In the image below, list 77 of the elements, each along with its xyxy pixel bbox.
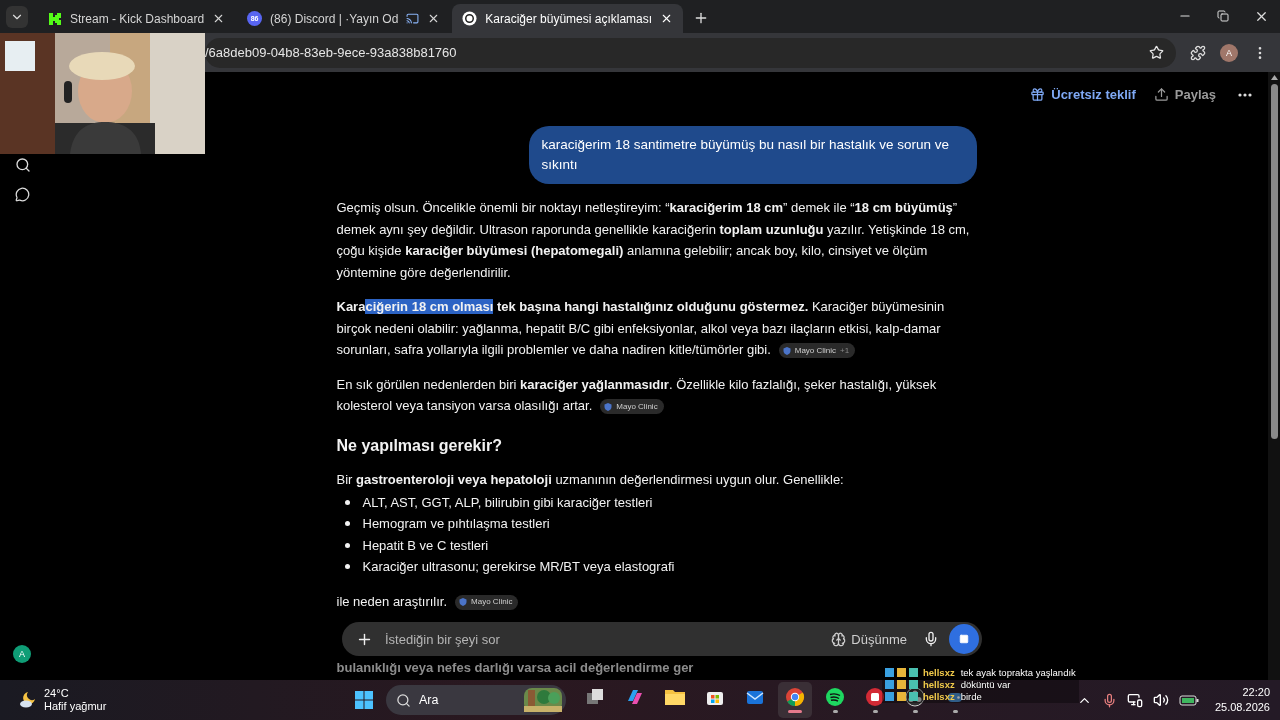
chat-message: birde bbox=[960, 691, 982, 702]
gift-icon bbox=[1030, 87, 1046, 102]
brain-icon bbox=[831, 631, 847, 647]
puzzle-icon bbox=[1190, 44, 1206, 61]
volume-icon[interactable] bbox=[1152, 692, 1169, 708]
list-item: Hepatit B ve C testleri bbox=[362, 536, 489, 555]
cloud-moon-icon bbox=[18, 690, 38, 710]
response-paragraph: En sık görülen nedenlerden biri karaciğer yağlanmasıdır. Özellikle kilo fazlalığı, şeker hastalığı, yüksek kolesterol veya tansiyon varsa olasılığı artar. Mayo Clinic bbox=[336, 375, 938, 417]
scrollbar[interactable] bbox=[1268, 72, 1280, 680]
stop-icon bbox=[959, 634, 969, 644]
chat-username: hellsxz bbox=[923, 691, 955, 702]
list-item: Hemogram ve pıhtılaşma testleri bbox=[362, 515, 550, 533]
url-text: /6a8deb09-04b8-83eb-9ece-93a838b81760 bbox=[205, 45, 458, 60]
search-text: Ara bbox=[419, 693, 440, 707]
shield-icon bbox=[459, 598, 468, 607]
windows-logo-icon[interactable] bbox=[354, 690, 374, 710]
k-logo-icon bbox=[48, 11, 62, 26]
chat-bubble-icon[interactable] bbox=[15, 187, 30, 202]
faded-text: bulanıklığı veya nefes darlığı varsa acil değerlendirme ger bbox=[336, 658, 694, 677]
taskbar-search[interactable]: Ara bbox=[386, 685, 566, 715]
source-chip[interactable]: Mayo Clinic bbox=[455, 594, 519, 610]
response-paragraph: ile neden araştırılır. Mayo Clinic bbox=[336, 590, 977, 612]
microphone-icon[interactable] bbox=[1101, 692, 1117, 708]
weather-text: Hafif yağmur bbox=[44, 700, 107, 713]
source-chip[interactable]: Mayo Clinic +1 bbox=[778, 343, 856, 359]
list-item: Karaciğer ultrasonu; gerekirse MR/BT veya elastografi bbox=[362, 558, 675, 576]
tab-title: Karaciğer büyümesi açıklaması bbox=[485, 11, 653, 26]
tab-title: Stream - Kick Dashboard bbox=[70, 11, 205, 26]
chat-message: döküntü var bbox=[960, 679, 1011, 690]
source-chip[interactable]: Mayo Clinic bbox=[600, 399, 664, 415]
shield-icon bbox=[604, 402, 613, 411]
search-icon[interactable] bbox=[14, 157, 31, 173]
chat-username: hellsxz bbox=[923, 667, 955, 678]
message-composer[interactable]: İstediğin bir şeyi sor Düşünme bbox=[342, 622, 982, 656]
fist-logo-icon bbox=[865, 687, 885, 707]
tab-search-button[interactable] bbox=[6, 6, 28, 28]
swirl-logo-icon bbox=[625, 687, 645, 707]
flower-logo-icon bbox=[462, 11, 478, 26]
tab-title: (86) Discord | ·Yayın Od bbox=[270, 11, 399, 26]
bullet-icon bbox=[344, 564, 350, 570]
search-icon bbox=[396, 692, 411, 708]
thinking-mode-button[interactable]: Düşünme bbox=[825, 630, 913, 648]
taskbar-app[interactable] bbox=[778, 682, 812, 718]
scroll-up-icon[interactable] bbox=[1270, 75, 1278, 80]
chat-message: tek ayak toprakta yaşlandık bbox=[960, 667, 1076, 678]
response-paragraph: Bir gastroenteroloji veya hepatoloji uzmanının değerlendirmesi uygun olur. Genellikle: bbox=[336, 471, 845, 489]
section-heading: Ne yapılması gerekir? bbox=[336, 435, 503, 456]
user-message: karaciğerim 18 santimetre büyümüş bu nasıl bir hastalık ve sorun ve sıkıntı bbox=[528, 126, 977, 184]
clock-date: 25.08.2026 bbox=[1214, 700, 1270, 715]
response-paragraph: Geçmiş olsun. Öncelikle önemli bir noktayı netleştireyim: “karaciğerim 18 cm” demek ile “18 cm büyümüş” demek aynı şey değildir. Ultrason raporunda genellikle karaciğerin toplam uzunluğu yazılır. Yetişkinde 18 cm, çoğu kişide karaciğer büyümesi (hepatomegali) anlamına gelebilir; ancak boy, kilo, cinsiyet ve ölçüm yöntemine göre değerlendirilir. bbox=[336, 199, 971, 282]
bullet-icon bbox=[344, 499, 350, 505]
cast-icon bbox=[406, 12, 420, 25]
bullet-icon bbox=[344, 521, 350, 527]
battery-icon[interactable] bbox=[1178, 693, 1199, 707]
free-offer-button[interactable]: Ücretsiz teklif bbox=[1030, 87, 1136, 102]
chrome-logo-icon bbox=[785, 687, 805, 707]
star-icon[interactable] bbox=[1149, 45, 1164, 60]
stop-button[interactable] bbox=[949, 624, 979, 654]
browser-tab[interactable]: Stream - Kick Dashboard bbox=[38, 4, 236, 33]
address-bar[interactable]: /6a8deb09-04b8-83eb-9ece-93a838b81760 bbox=[205, 37, 1176, 68]
folder-icon bbox=[664, 687, 686, 707]
temperature: 24°C bbox=[44, 687, 70, 700]
clock-time: 22:20 bbox=[1242, 685, 1270, 700]
list-item: ALT, AST, GGT, ALP, bilirubin gibi karaciğer testleri bbox=[362, 493, 653, 512]
restore-icon bbox=[1217, 10, 1229, 22]
share-button[interactable]: Paylaş bbox=[1153, 87, 1216, 102]
spotify-logo-icon bbox=[825, 687, 845, 707]
share-icon bbox=[1153, 87, 1169, 102]
profile-avatar[interactable]: A bbox=[1220, 43, 1238, 62]
chat-username: hellsxz bbox=[923, 679, 955, 690]
browser-tab[interactable]: Karaciğer büyümesi açıklaması bbox=[452, 4, 684, 33]
shield-icon bbox=[782, 346, 791, 355]
microphone-icon[interactable] bbox=[923, 631, 939, 647]
windows-stack-icon bbox=[585, 687, 605, 707]
network-icon[interactable] bbox=[1126, 692, 1143, 708]
bullet-icon bbox=[344, 542, 350, 548]
more-icon bbox=[1238, 92, 1252, 97]
